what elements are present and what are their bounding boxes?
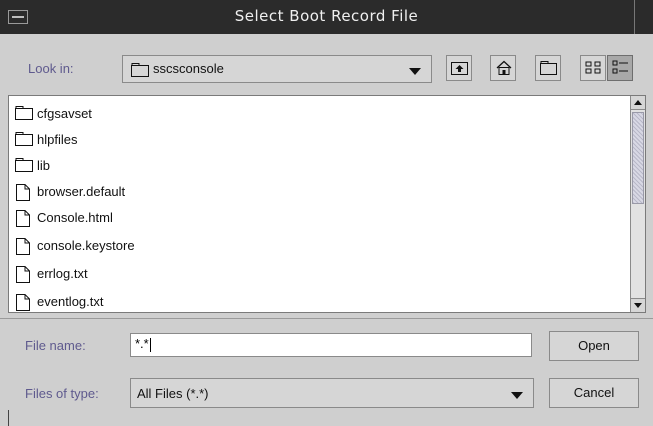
list-item[interactable]: eventlog.txt [15,290,104,312]
file-name-value: *.* [135,336,149,351]
cancel-button-label: Cancel [573,385,615,400]
details-view-button[interactable] [607,55,633,81]
window-edge [8,410,9,426]
open-button-label: Open [578,338,610,353]
folder-icon [15,105,33,121]
chevron-down-icon [511,392,523,399]
file-icon [15,183,33,201]
file-name-text: cfgsavset [37,105,92,121]
file-name-label: File name: [25,338,86,353]
scroll-down-button[interactable] [631,298,645,312]
files-of-type-combo[interactable]: All Files (*.*) [130,378,534,408]
look-in-combo[interactable]: sscsconsole [122,55,432,83]
folder-icon [15,157,33,173]
list-item[interactable]: errlog.txt [15,262,88,284]
file-name-text: hlpfiles [37,131,78,147]
list-item[interactable]: cfgsavset [15,102,92,124]
vertical-scrollbar[interactable] [630,96,645,312]
file-icon [15,265,33,283]
window-title: Select Boot Record File [234,7,419,25]
divider [0,318,653,319]
scroll-up-button[interactable] [631,96,645,110]
file-name-text: errlog.txt [37,265,88,281]
look-in-label: Look in: [28,61,74,76]
file-name-text: browser.default [37,183,126,199]
file-name-text: Console.html [37,209,113,225]
scroll-thumb[interactable] [632,112,644,204]
look-in-label-text: Look in: [28,61,74,76]
file-name-text: eventlog.txt [37,293,104,309]
file-icon [15,237,33,255]
title-bar: Select Boot Record File [0,0,653,34]
up-one-level-button[interactable] [446,55,472,81]
list-item[interactable]: hlpfiles [15,128,77,150]
folder-icon [131,63,149,77]
title-bar-divider [634,0,635,34]
files-of-type-label: Files of type: [25,386,99,401]
file-name-label-text: File name: [25,338,86,353]
list-item[interactable]: browser.default [15,180,125,202]
home-button[interactable] [490,55,516,81]
list-item[interactable]: Console.html [15,206,113,228]
file-name-text: lib [37,157,51,173]
file-icon [15,209,33,227]
look-in-value: sscsconsole [153,61,224,76]
folder-icon [15,131,33,147]
file-name-input[interactable]: *.* [130,333,532,357]
files-of-type-label-text: Files of type: [25,386,99,401]
new-folder-button[interactable] [535,55,561,81]
file-list[interactable]: cfgsavset hlpfiles lib browser.default C… [8,95,646,313]
text-caret [149,337,151,352]
list-item[interactable]: lib [15,154,50,176]
file-name-text: console.keystore [37,237,135,253]
cancel-button[interactable]: Cancel [549,378,639,408]
list-item[interactable]: console.keystore [15,234,135,256]
file-chooser-dialog: Select Boot Record File Look in: sscscon… [0,0,653,426]
open-button[interactable]: Open [549,331,639,361]
files-of-type-value: All Files (*.*) [137,386,209,401]
list-view-button[interactable] [580,55,606,81]
chevron-down-icon [409,68,421,75]
file-icon [15,293,33,311]
